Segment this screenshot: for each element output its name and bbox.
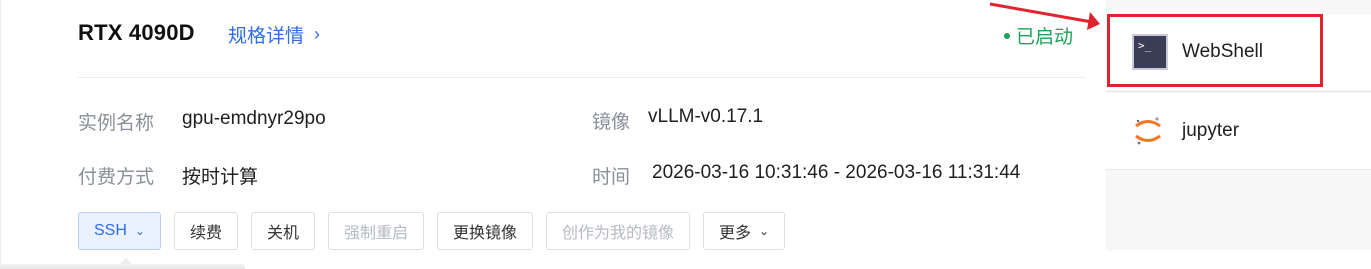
annotation-arrow-icon — [989, 2, 1100, 30]
